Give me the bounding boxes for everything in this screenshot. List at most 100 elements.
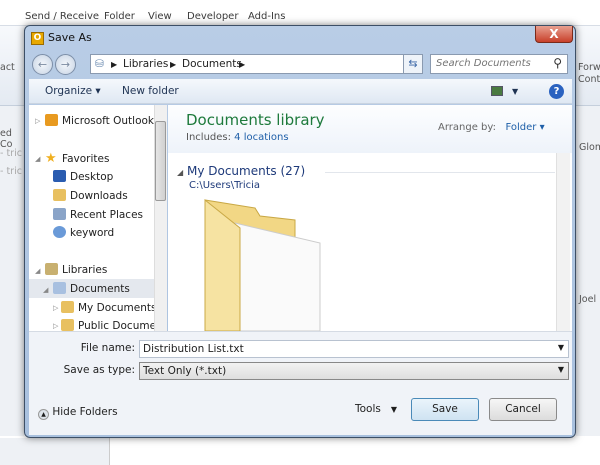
locations-link[interactable]: 4 locations <box>234 132 288 143</box>
nav-label: Documents <box>70 283 130 295</box>
back-arrow-icon: ← <box>37 58 48 71</box>
toolbar: Organize ▾ New folder ▼ ? <box>29 79 572 104</box>
cancel-button[interactable]: Cancel <box>489 398 557 421</box>
divider <box>325 172 555 173</box>
help-icon[interactable]: ? <box>549 84 564 99</box>
save-as-dialog: O Save As X ← → ⛁ ▶ Libraries ▶ Document… <box>24 25 576 438</box>
library-header: Documents library Includes: 4 locations … <box>168 105 572 153</box>
desktop-icon <box>53 170 66 182</box>
nav-item-favorites[interactable]: ★ Favorites <box>45 151 110 166</box>
nav-label: Downloads <box>70 190 128 202</box>
keyword-icon <box>53 226 66 238</box>
hide-folders-label: Hide Folders <box>52 406 118 418</box>
star-icon: ★ <box>45 151 57 166</box>
bg-text: - tric <box>0 148 22 159</box>
save-button[interactable]: Save <box>411 398 479 421</box>
nav-scrollbar-thumb[interactable] <box>155 121 166 201</box>
bg-text: Contac <box>578 74 600 85</box>
file-name-label: File name: <box>80 342 135 354</box>
ribbon-tab[interactable]: Developer <box>187 11 238 22</box>
background-left-pane: ed Co - tric - tric <box>0 106 24 436</box>
ribbon-tab[interactable]: View <box>148 11 172 22</box>
bg-text: ed Co <box>0 128 13 150</box>
bg-text: act <box>0 62 15 73</box>
nav-label: Favorites <box>62 153 110 165</box>
chevron-up-icon: ▲ <box>38 409 49 420</box>
nav-item-microsoft-outlook[interactable]: Microsoft Outlook <box>45 114 154 127</box>
group-path: C:\Users\Tricia <box>189 180 261 191</box>
folder-icon <box>61 319 74 331</box>
library-includes: Includes: 4 locations <box>186 132 289 143</box>
dialog-title: Save As <box>48 31 92 44</box>
bg-text: Glom <box>579 142 600 153</box>
folder-icon <box>61 301 74 313</box>
ribbon-tabs: Send / Receive Folder View Developer Add… <box>0 0 600 26</box>
close-button[interactable]: X <box>535 26 573 43</box>
tools-button[interactable]: Tools ▼ <box>355 403 397 415</box>
breadcrumb-libraries[interactable]: Libraries <box>123 58 168 70</box>
nav-label: Desktop <box>70 171 114 183</box>
recent-places-icon <box>53 208 66 220</box>
file-name-value: Distribution List.txt <box>143 343 244 355</box>
outlook-icon: O <box>31 32 44 45</box>
downloads-icon <box>53 189 66 201</box>
ribbon-tab[interactable]: Add-Ins <box>248 11 285 22</box>
forward-arrow-icon: → <box>60 58 71 71</box>
nav-label: Microsoft Outlook <box>62 115 155 127</box>
refresh-icon: ⇆ <box>408 57 418 70</box>
nav-label: Recent Places <box>70 209 144 221</box>
group-header[interactable]: ◢ My Documents (27) <box>177 164 305 178</box>
nav-item-downloads[interactable]: Downloads <box>53 189 128 202</box>
change-view-icon[interactable] <box>491 86 503 96</box>
nav-item-recent-places[interactable]: Recent Places <box>53 208 143 221</box>
arrange-by: Arrange by: Folder ▾ <box>438 122 545 133</box>
nav-item-desktop[interactable]: Desktop <box>53 170 113 183</box>
breadcrumb-documents[interactable]: Documents <box>182 58 242 70</box>
hide-folders-button[interactable]: ▲ Hide Folders <box>38 406 118 420</box>
file-name-input[interactable]: Distribution List.txt ▼ <box>139 340 569 358</box>
library-title: Documents library <box>186 111 325 129</box>
chevron-right-icon: ▶ <box>239 60 246 69</box>
nav-item-my-documents[interactable]: My Documents <box>61 301 156 314</box>
new-folder-button[interactable]: New folder <box>122 85 179 97</box>
search-icon[interactable]: ⚲ <box>553 56 562 70</box>
documents-icon <box>53 282 66 294</box>
folder-icon[interactable] <box>200 198 330 331</box>
save-as-type-value: Text Only (*.txt) <box>143 365 227 377</box>
chevron-down-icon: ▼ <box>390 405 398 414</box>
ribbon-tab[interactable]: Send / Receive <box>25 11 99 22</box>
arrange-label: Arrange by: <box>438 122 496 133</box>
nav-item-keyword[interactable]: keyword <box>53 226 114 239</box>
bg-text: Joel <box>579 294 597 305</box>
save-as-type-select[interactable]: Text Only (*.txt) ▼ <box>139 362 569 380</box>
library-icon: ⛁ <box>95 58 104 70</box>
libraries-icon <box>45 263 58 275</box>
search-box[interactable]: ⚲ <box>430 54 568 74</box>
nav-label: keyword <box>70 227 115 239</box>
refresh-button[interactable]: ⇆ <box>403 54 423 74</box>
content-scrollbar[interactable] <box>556 153 570 331</box>
chevron-down-icon[interactable]: ▼ <box>558 365 564 374</box>
forward-button[interactable]: → <box>55 54 76 75</box>
search-input[interactable] <box>436 58 546 69</box>
nav-item-libraries[interactable]: Libraries <box>45 263 107 276</box>
arrange-by-dropdown[interactable]: Folder ▾ <box>506 122 545 133</box>
bg-text: - tric <box>0 166 22 177</box>
view-dropdown-icon[interactable]: ▼ <box>512 87 518 96</box>
group-title: My Documents (27) <box>186 164 306 178</box>
save-as-type-label: Save as type: <box>63 364 135 376</box>
bg-text: Forwa <box>578 62 600 73</box>
chevron-right-icon: ▶ <box>111 60 118 69</box>
organize-button[interactable]: Organize ▾ <box>45 85 101 97</box>
nav-item-documents[interactable]: Documents <box>53 282 130 295</box>
outlook-icon <box>45 114 58 126</box>
collapse-icon: ◢ <box>177 168 184 177</box>
ribbon-tab[interactable]: Folder <box>104 11 135 22</box>
back-button[interactable]: ← <box>32 54 53 75</box>
chevron-right-icon: ▶ <box>170 60 177 69</box>
navigation-pane: ▷ Microsoft Outlook ◢ ★ Favorites Desktop… <box>29 105 163 332</box>
includes-label: Includes: <box>186 132 231 143</box>
address-bar[interactable]: ⛁ ▶ Libraries ▶ Documents ▶ ▼ <box>90 54 422 74</box>
background-bottom-left <box>0 438 110 465</box>
chevron-down-icon[interactable]: ▼ <box>558 343 564 352</box>
